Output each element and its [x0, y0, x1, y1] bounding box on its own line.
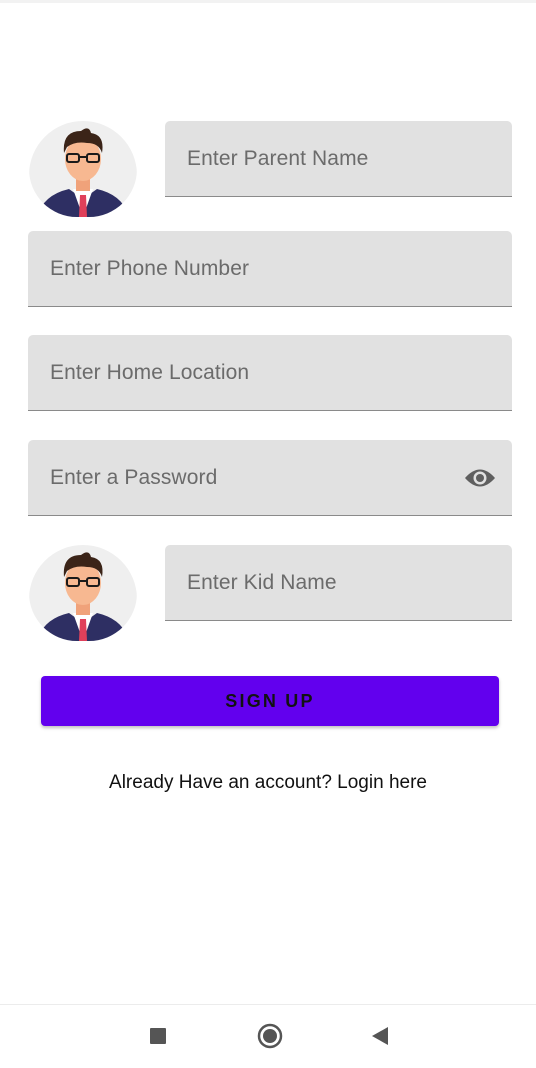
square-icon[interactable] [145, 1023, 171, 1049]
phone-number-field[interactable]: Enter Phone Number [28, 231, 512, 307]
kid-name-placeholder: Enter Kid Name [187, 570, 337, 594]
signup-button[interactable]: SIGN UP [41, 676, 499, 726]
password-field[interactable]: Enter a Password [28, 440, 512, 516]
parent-avatar[interactable] [29, 121, 137, 217]
parent-name-field[interactable]: Enter Parent Name [165, 121, 512, 197]
businessman-avatar-icon [29, 545, 137, 641]
navigation-bar [0, 1004, 536, 1068]
kid-avatar[interactable] [29, 545, 137, 641]
home-location-field[interactable]: Enter Home Location [28, 335, 512, 411]
triangle-back-icon[interactable] [367, 1023, 393, 1049]
login-link[interactable]: Already Have an account? Login here [0, 772, 536, 794]
home-location-placeholder: Enter Home Location [50, 360, 250, 384]
businessman-avatar-icon [29, 121, 137, 217]
status-bar [0, 0, 536, 3]
parent-name-placeholder: Enter Parent Name [187, 146, 369, 170]
signup-screen: Enter Parent Name Enter Phone Number Ent… [0, 0, 536, 1068]
eye-icon[interactable] [464, 467, 496, 489]
phone-number-placeholder: Enter Phone Number [50, 256, 250, 280]
circle-icon[interactable] [257, 1023, 283, 1049]
kid-name-field[interactable]: Enter Kid Name [165, 545, 512, 621]
password-placeholder: Enter a Password [50, 465, 218, 489]
